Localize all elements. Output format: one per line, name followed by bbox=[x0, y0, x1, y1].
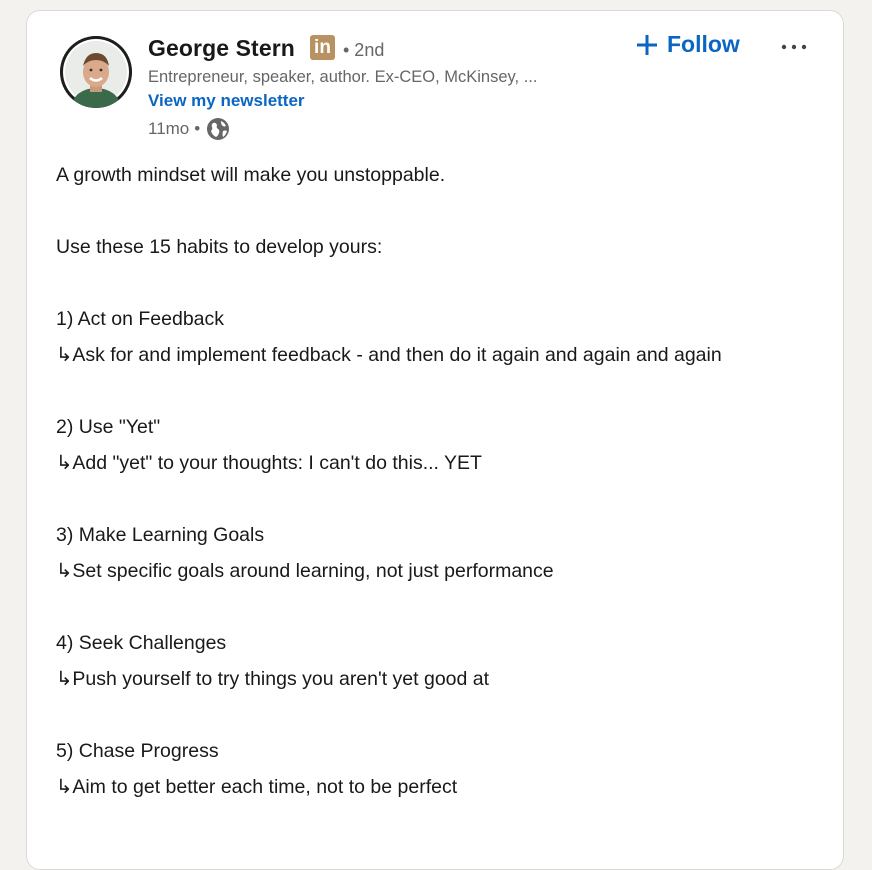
post-card: George Stern in • 2nd Entrepreneur, spea… bbox=[26, 10, 844, 870]
habit-detail: ↳Add "yet" to your thoughts: I can't do … bbox=[56, 452, 482, 474]
meta-separator: • bbox=[194, 119, 201, 138]
habit-title: 5) Chase Progress bbox=[56, 740, 219, 762]
more-options-button[interactable] bbox=[780, 37, 808, 57]
habit-detail: ↳Push yourself to try things you aren't … bbox=[56, 668, 490, 690]
post-lead: Use these 15 habits to develop yours: bbox=[56, 236, 383, 258]
follow-label: Follow bbox=[667, 31, 740, 57]
connection-degree: • 2nd bbox=[343, 40, 385, 60]
habit-detail: ↳Set specific goals around learning, not… bbox=[56, 560, 554, 582]
habit-title: 3) Make Learning Goals bbox=[56, 524, 265, 546]
habit-detail: ↳Aim to get better each time, not to be … bbox=[56, 776, 458, 798]
author-name[interactable]: George Stern bbox=[148, 35, 295, 62]
habit-title: 1) Act on Feedback bbox=[56, 308, 225, 330]
habit-title: 2) Use "Yet" bbox=[56, 416, 161, 438]
linkedin-badge-icon: in bbox=[310, 35, 335, 60]
post-meta: 11mo • bbox=[148, 117, 230, 141]
post-time: 11mo bbox=[148, 119, 190, 138]
author-headline: Entrepreneur, speaker, author. Ex-CEO, M… bbox=[148, 68, 538, 86]
plus-icon bbox=[635, 33, 659, 57]
globe-icon bbox=[206, 117, 230, 141]
follow-button[interactable]: Follow bbox=[635, 31, 740, 58]
habit-title: 4) Seek Challenges bbox=[56, 632, 227, 654]
ellipsis-icon bbox=[781, 44, 807, 50]
post-intro: A growth mindset will make you unstoppab… bbox=[56, 164, 446, 186]
habit-detail: ↳Ask for and implement feedback - and th… bbox=[56, 344, 722, 366]
author-avatar[interactable] bbox=[60, 36, 132, 108]
post-body: A growth mindset will make you unstoppab… bbox=[56, 157, 796, 805]
view-newsletter-link[interactable]: View my newsletter bbox=[148, 91, 305, 111]
